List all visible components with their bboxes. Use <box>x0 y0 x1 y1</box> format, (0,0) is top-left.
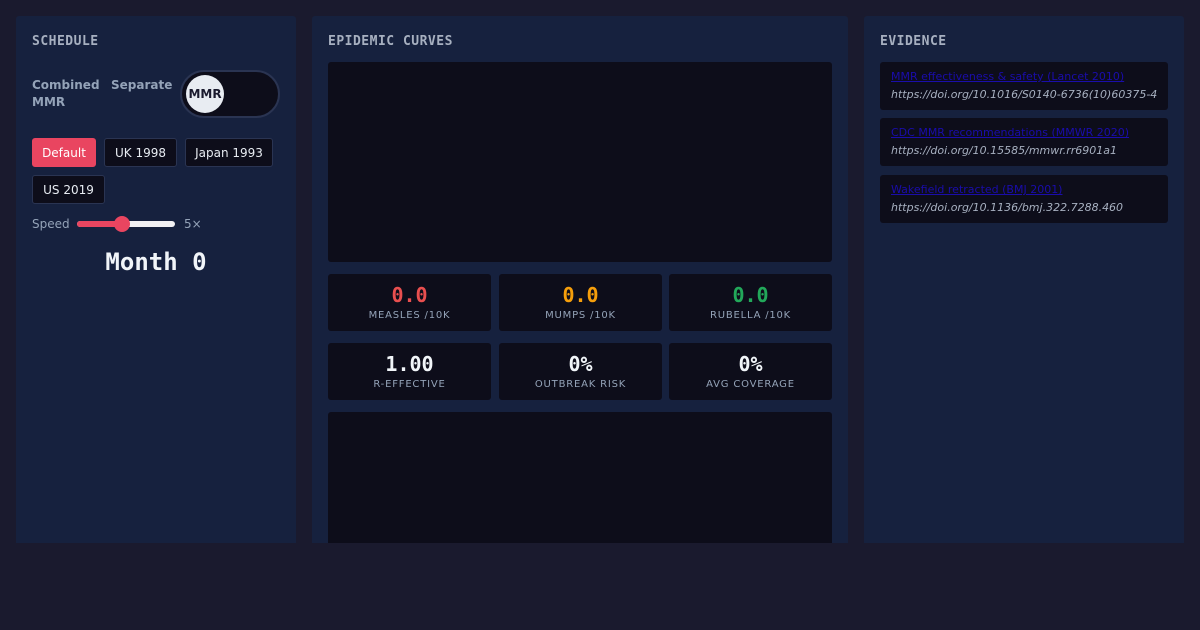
avg-coverage-label: AVG COVERAGE <box>706 379 795 390</box>
preset-japan-1993-button[interactable]: Japan 1993 <box>185 138 273 167</box>
speed-value: 5× <box>184 217 202 231</box>
secondary-chart <box>328 412 832 543</box>
rubella-label: RUBELLA /10K <box>709 310 792 321</box>
epidemic-curves-panel: EPIDEMIC CURVES 0.0 MEASLES /10K 0.0 MUM… <box>312 16 848 543</box>
r-effective-value: 1.00 <box>385 352 434 376</box>
speed-label: Speed <box>32 217 70 231</box>
measles-label: MEASLES /10K <box>368 310 451 321</box>
schedule-panel: SCHEDULE Combined MMR Separate MMR Defau… <box>16 16 296 543</box>
evidence-doi: https://doi.org/10.1136/bmj.322.7288.460 <box>891 201 1124 214</box>
speed-slider[interactable] <box>77 216 175 232</box>
toggle-knob[interactable]: MMR <box>186 75 224 113</box>
evidence-card: Wakefield retracted (BMJ 2001) https://d… <box>880 175 1168 223</box>
preset-uk-1998-button[interactable]: UK 1998 <box>104 138 177 167</box>
rubella-stat: 0.0 RUBELLA /10K <box>669 274 832 331</box>
epidemic-curves-chart <box>328 62 832 262</box>
outbreak-risk-value: 0% <box>568 352 593 376</box>
measles-value: 0.0 <box>391 283 428 307</box>
evidence-panel: EVIDENCE MMR effectiveness & safety (Lan… <box>864 16 1184 543</box>
speed-slider-thumb[interactable] <box>113 216 130 232</box>
mumps-label: MUMPS /10K <box>545 310 616 321</box>
evidence-link[interactable]: CDC MMR recommendations (MMWR 2020) <box>891 126 1129 139</box>
outbreak-risk-label: OUTBREAK RISK <box>534 379 627 390</box>
measles-stat: 0.0 MEASLES /10K <box>328 274 491 331</box>
avg-coverage-value: 0% <box>738 352 763 376</box>
evidence-doi: https://doi.org/10.1016/S0140-6736(10)60… <box>891 88 1158 101</box>
avg-coverage-stat: 0% AVG COVERAGE <box>669 343 832 400</box>
outbreak-risk-stat: 0% OUTBREAK RISK <box>499 343 662 400</box>
month-counter: Month 0 <box>105 248 207 276</box>
r-effective-label: R-EFFECTIVE <box>373 379 446 390</box>
evidence-doi: https://doi.org/10.15585/mmwr.rr6901a1 <box>891 144 1118 157</box>
evidence-card: CDC MMR recommendations (MMWR 2020) http… <box>880 118 1168 166</box>
evidence-link[interactable]: MMR effectiveness & safety (Lancet 2010) <box>891 70 1124 83</box>
combined-mmr-label: Combined MMR <box>32 78 100 109</box>
separate-label: Separate <box>111 78 173 92</box>
schedule-toggle[interactable]: MMR <box>180 70 280 118</box>
epidemic-curves-title: EPIDEMIC CURVES <box>328 34 453 49</box>
mumps-stat: 0.0 MUMPS /10K <box>499 274 662 331</box>
rubella-value: 0.0 <box>732 283 769 307</box>
preset-default-button[interactable]: Default <box>32 138 96 167</box>
evidence-card: MMR effectiveness & safety (Lancet 2010)… <box>880 62 1168 110</box>
mumps-value: 0.0 <box>562 283 599 307</box>
evidence-title: EVIDENCE <box>880 34 947 49</box>
schedule-title: SCHEDULE <box>32 34 99 49</box>
evidence-link[interactable]: Wakefield retracted (BMJ 2001) <box>891 183 1062 196</box>
preset-us-2019-button[interactable]: US 2019 <box>32 175 105 204</box>
r-effective-stat: 1.00 R-EFFECTIVE <box>328 343 491 400</box>
